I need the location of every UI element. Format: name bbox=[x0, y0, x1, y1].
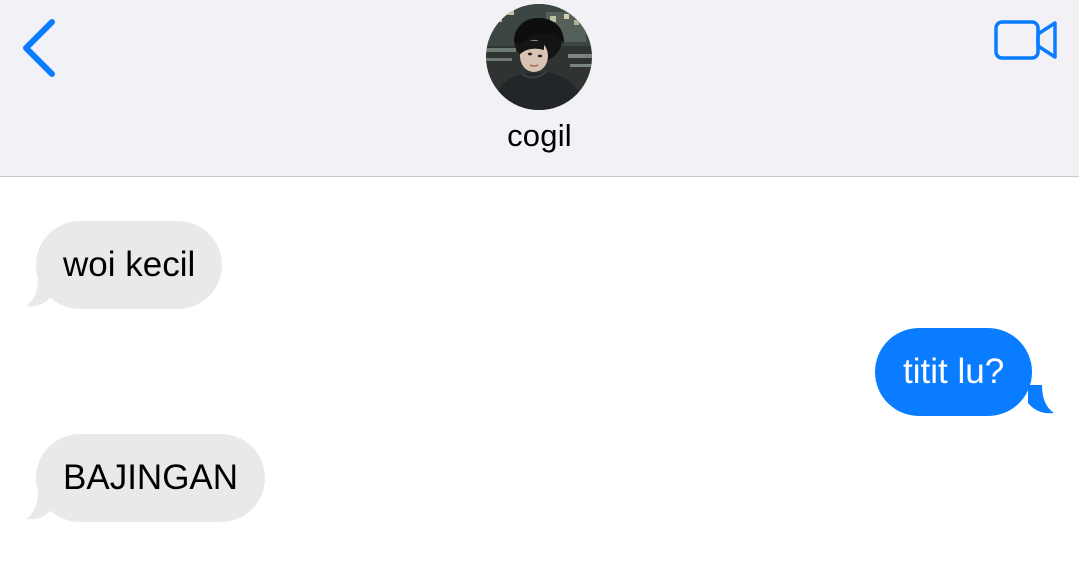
contact-avatar[interactable] bbox=[486, 4, 592, 110]
message-text: BAJINGAN bbox=[63, 458, 239, 497]
video-call-button[interactable] bbox=[993, 18, 1059, 62]
message-text: woi kecil bbox=[63, 245, 196, 284]
video-camera-icon bbox=[994, 20, 1057, 60]
contact-name[interactable]: cogil bbox=[0, 118, 1079, 154]
chat-header: cogil bbox=[0, 0, 1079, 177]
outgoing-bubble-tail bbox=[1028, 385, 1054, 414]
message-bubble-incoming[interactable]: BAJINGAN bbox=[36, 434, 266, 522]
message-text: titit lu? bbox=[903, 352, 1005, 391]
chevron-left-icon bbox=[23, 19, 55, 77]
back-button[interactable] bbox=[18, 16, 64, 80]
message-bubble-outgoing[interactable]: titit lu? bbox=[875, 328, 1033, 416]
avatar-photo bbox=[486, 4, 592, 110]
message-bubble-incoming[interactable]: woi kecil bbox=[36, 221, 223, 309]
